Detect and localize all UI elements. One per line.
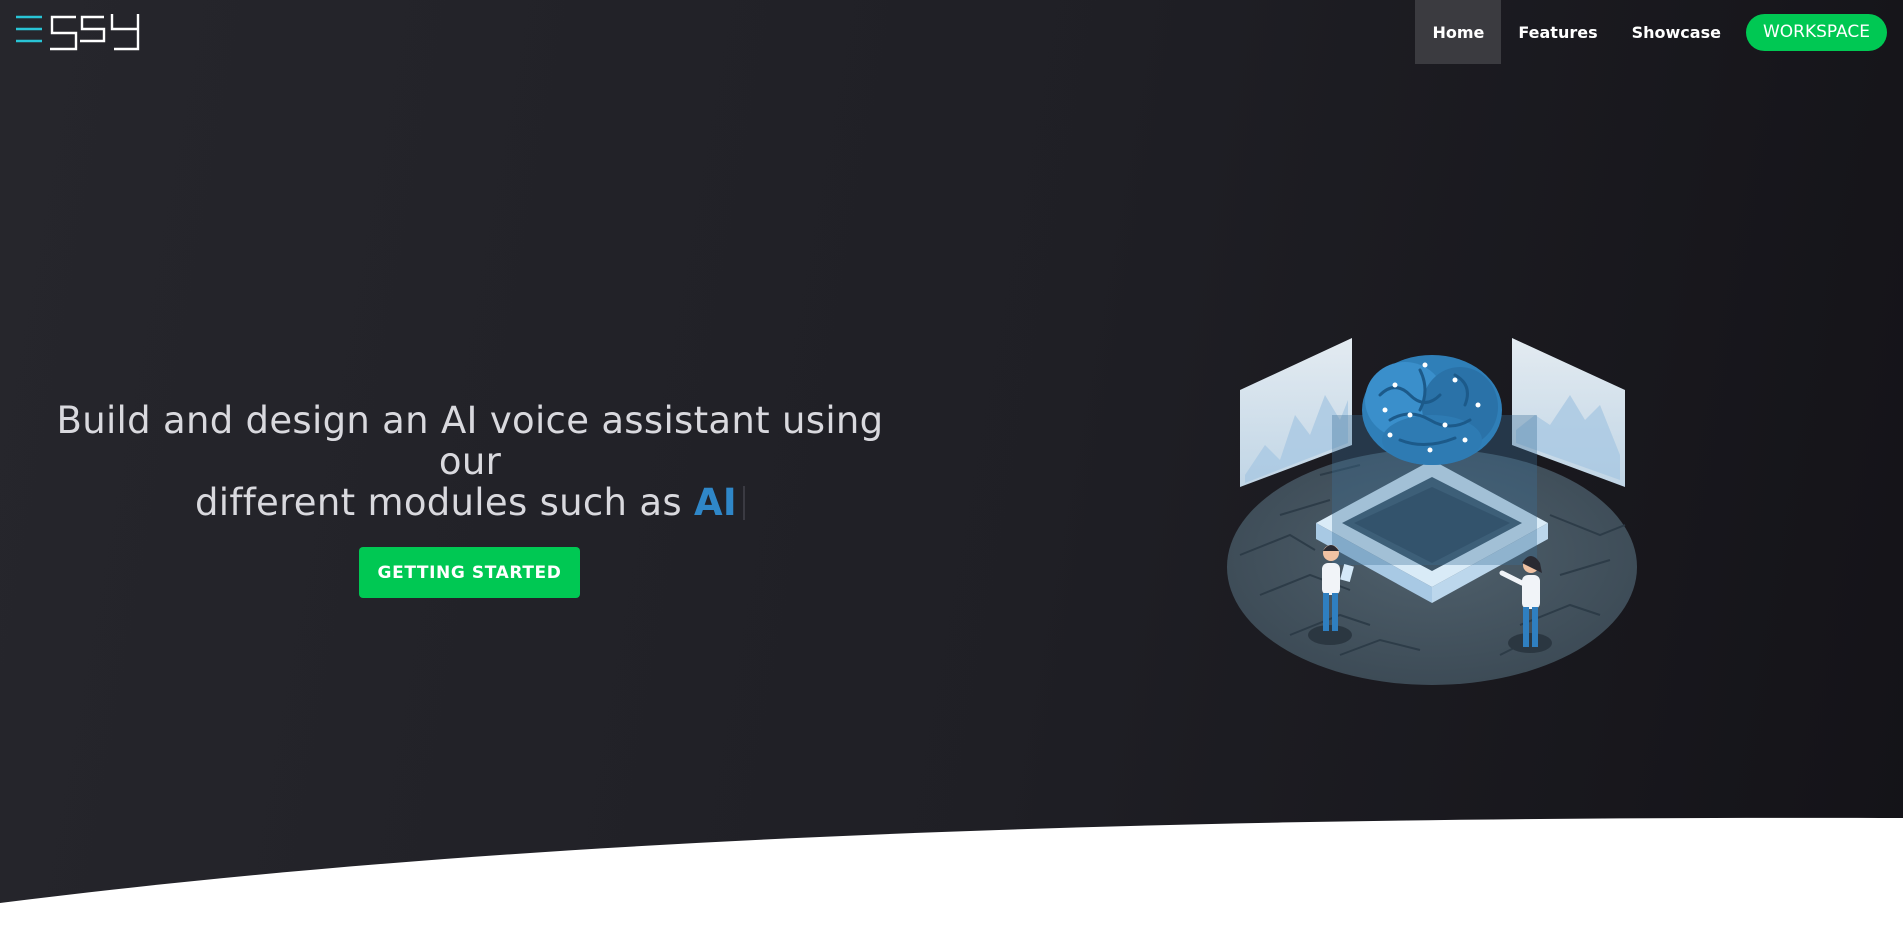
brand-logo[interactable] (14, 12, 144, 52)
hero-section: Home Features Showcase WORKSPACE Build a… (0, 0, 1903, 936)
getting-started-button[interactable]: GETTING STARTED (359, 547, 580, 598)
workspace-button[interactable]: WORKSPACE (1745, 13, 1887, 51)
nav-features[interactable]: Features (1501, 0, 1614, 64)
bottom-wave-divider (0, 817, 1903, 936)
headline-line-1: Build and design an AI voice assistant u… (56, 399, 884, 483)
nav-showcase[interactable]: Showcase (1615, 0, 1738, 64)
headline-line-2: different modules such as (195, 481, 694, 524)
typing-cursor (742, 486, 745, 520)
typed-highlight-word: AI (693, 481, 737, 524)
nav-home[interactable]: Home (1415, 0, 1502, 64)
hero-headline: Build and design an AI voice assistant u… (40, 400, 900, 523)
ai-brain-lab-illustration (1227, 338, 1637, 685)
main-nav: Home Features Showcase WORKSPACE (1415, 0, 1903, 64)
